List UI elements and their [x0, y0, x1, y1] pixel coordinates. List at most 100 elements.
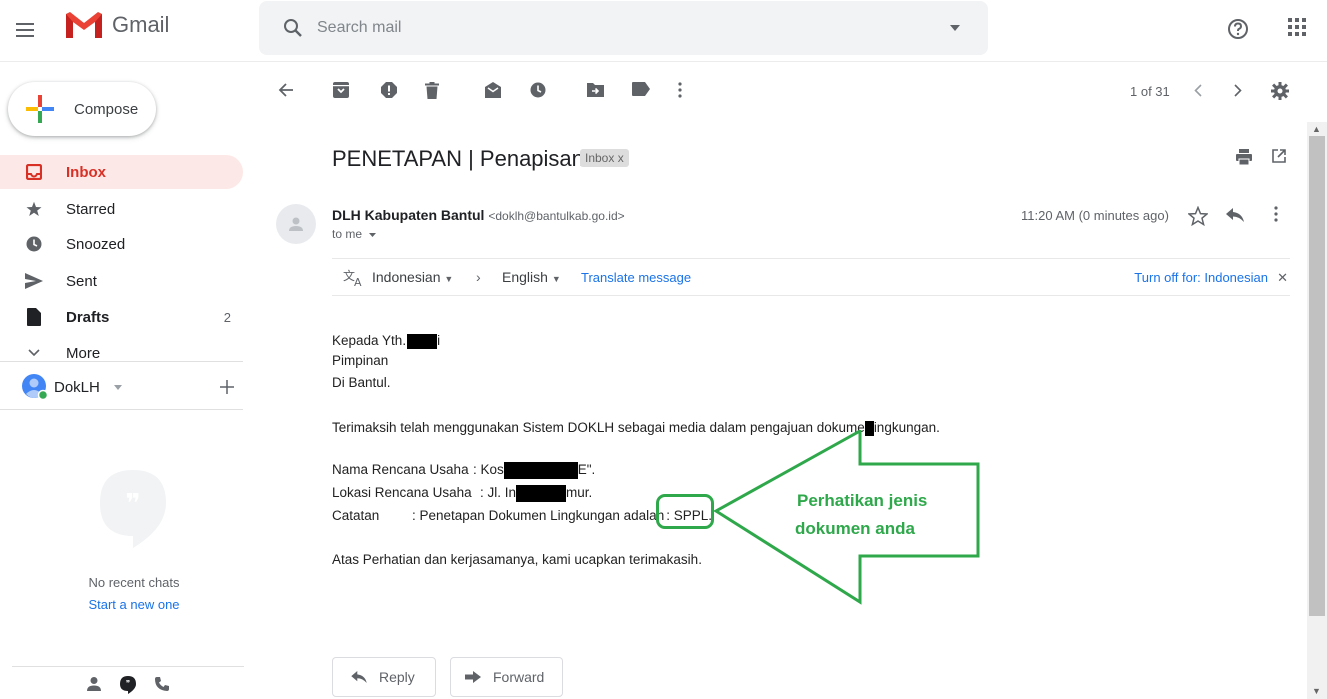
- account-name: DokLH: [54, 378, 100, 396]
- avatar-icon: [22, 374, 48, 400]
- close-icon[interactable]: ✕: [1277, 270, 1288, 286]
- target-language-dropdown[interactable]: English ▼: [502, 269, 561, 285]
- chat-tabs: ❞: [86, 676, 170, 694]
- translate-bar: 文 A Indonesian ▼ › English ▼ Translate m…: [332, 258, 1290, 296]
- account-dropdown-icon[interactable]: [113, 384, 122, 390]
- reply-label: Reply: [379, 669, 415, 685]
- body-line-greeting: Kepada Yth. i: [332, 333, 440, 349]
- hangouts-icon[interactable]: ❞: [120, 676, 136, 694]
- settings-gear-icon[interactable]: [1271, 82, 1289, 100]
- sidebar-item-inbox[interactable]: Inbox: [0, 155, 243, 189]
- move-to-folder-icon[interactable]: [587, 82, 604, 97]
- mark-unread-icon[interactable]: [485, 82, 501, 98]
- label-tag-icon[interactable]: [632, 82, 650, 96]
- sender-name[interactable]: DLH Kabupaten Bantul: [332, 207, 484, 223]
- sidebar-item-label: Starred: [66, 200, 116, 218]
- body-line-closing: Atas Perhatian dan kerjasamanya, kami uc…: [332, 552, 702, 567]
- search-options-icon[interactable]: [950, 25, 960, 31]
- body-line-business-name: Nama Rencana Usaha: Kos E".: [332, 462, 595, 479]
- gmail-logo[interactable]: Gmail: [64, 10, 169, 40]
- reply-button[interactable]: Reply: [332, 657, 436, 697]
- redacted-block: [407, 333, 438, 349]
- top-header: Gmail: [0, 0, 1327, 62]
- field-value: E".: [577, 462, 596, 478]
- search-icon[interactable]: [283, 18, 303, 38]
- report-spam-icon[interactable]: [381, 82, 397, 98]
- apps-grid-icon[interactable]: [1287, 17, 1307, 37]
- person-placeholder-icon: [289, 217, 303, 231]
- more-options-icon[interactable]: [678, 82, 682, 98]
- sidebar-item-snoozed[interactable]: Snoozed: [0, 227, 243, 261]
- scroll-down-arrow-icon[interactable]: ▼: [1312, 686, 1321, 696]
- target-language: English: [502, 269, 548, 285]
- search-bar[interactable]: [259, 1, 988, 55]
- svg-text:❞: ❞: [126, 679, 130, 688]
- help-icon[interactable]: [1226, 17, 1250, 41]
- delete-trash-icon[interactable]: [425, 82, 439, 99]
- recipient-details[interactable]: to me: [332, 227, 377, 241]
- sidebar-item-starred[interactable]: Starred: [0, 192, 243, 226]
- sidebar-item-label: Inbox: [66, 163, 106, 181]
- search-input[interactable]: [317, 19, 897, 37]
- dropdown-caret-icon: ▼: [444, 274, 454, 284]
- no-recent-chats-text: No recent chats: [88, 575, 180, 590]
- draft-file-icon: [24, 308, 44, 326]
- more-options-icon[interactable]: [1274, 206, 1278, 222]
- dropdown-caret-icon: ▼: [551, 274, 561, 284]
- divider: [0, 361, 243, 362]
- sidebar-item-label: More: [66, 344, 101, 362]
- field-value: mur.: [566, 485, 593, 501]
- sidebar-item-label: Snoozed: [66, 235, 126, 253]
- compose-button[interactable]: Compose: [8, 82, 156, 136]
- add-chat-icon[interactable]: [220, 380, 234, 394]
- back-arrow-icon[interactable]: [278, 82, 294, 98]
- print-icon[interactable]: [1236, 149, 1252, 165]
- field-label: Lokasi Rencana Usaha: [332, 485, 472, 501]
- older-chevron-icon[interactable]: [1234, 84, 1242, 97]
- phone-icon[interactable]: [154, 676, 170, 692]
- inbox-label-chip[interactable]: Inbox x: [580, 149, 629, 167]
- snooze-clock-icon[interactable]: [530, 82, 546, 98]
- chevron-down-icon: [24, 349, 44, 357]
- person-icon[interactable]: [86, 676, 102, 692]
- svg-text:❞: ❞: [125, 489, 140, 519]
- scrollbar-thumb[interactable]: [1309, 136, 1325, 616]
- chevron-right-icon: ›: [476, 269, 481, 285]
- sidebar-item-drafts[interactable]: Drafts 2: [0, 300, 243, 334]
- annotation-text: dokumen anda: [795, 519, 915, 538]
- field-value: : Penetapan Dokumen Lingkungan adalah: [412, 508, 665, 523]
- start-new-chat-link[interactable]: Start a new one: [0, 597, 268, 612]
- archive-icon[interactable]: [333, 82, 349, 98]
- turn-off-translation-link[interactable]: Turn off for: Indonesian: [1134, 270, 1268, 285]
- divider: [0, 409, 243, 410]
- star-outline-icon[interactable]: [1188, 206, 1208, 226]
- sidebar-item-label: Drafts: [66, 308, 110, 326]
- source-language: Indonesian: [372, 269, 441, 285]
- newer-chevron-icon[interactable]: [1194, 84, 1202, 97]
- sidebar-item-more[interactable]: More: [0, 336, 243, 370]
- field-value: : Kos: [473, 462, 504, 478]
- source-language-dropdown[interactable]: Indonesian ▼: [372, 269, 453, 285]
- star-icon: [24, 201, 44, 217]
- reply-icon: [351, 671, 367, 683]
- email-subject: PENETAPAN | Penapisan: [332, 146, 584, 171]
- clock-icon: [24, 236, 44, 252]
- scroll-up-arrow-icon[interactable]: ▲: [1312, 124, 1321, 134]
- app-name: Gmail: [112, 12, 170, 37]
- body-text: i: [437, 333, 441, 348]
- sender-avatar[interactable]: [276, 204, 316, 244]
- divider: [12, 666, 244, 667]
- open-new-window-icon[interactable]: [1272, 149, 1286, 163]
- message-time: 11:20 AM (0 minutes ago): [1021, 208, 1169, 223]
- forward-button[interactable]: Forward: [450, 657, 563, 697]
- main-menu-icon[interactable]: [10, 14, 42, 46]
- forward-label: Forward: [493, 669, 545, 685]
- translate-message-link[interactable]: Translate message: [581, 270, 691, 285]
- compose-plus-icon: [26, 95, 54, 123]
- compose-label: Compose: [74, 100, 139, 118]
- hangouts-account[interactable]: DokLH: [22, 372, 242, 402]
- reply-icon[interactable]: [1226, 208, 1244, 222]
- body-line-note: Catatan: Penetapan Dokumen Lingkungan ad…: [332, 508, 712, 523]
- body-text: Kepada Yth.: [332, 333, 407, 348]
- sidebar-item-sent[interactable]: Sent: [0, 264, 243, 298]
